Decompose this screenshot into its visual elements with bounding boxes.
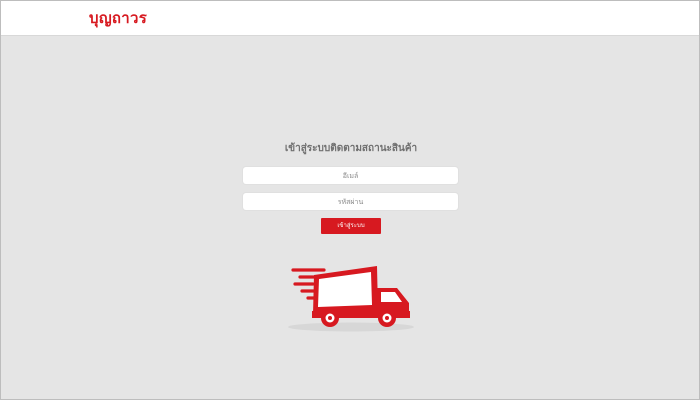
login-button[interactable]: เข้าสู่ระบบ	[321, 218, 381, 234]
delivery-truck-icon	[288, 266, 414, 332]
page-frame: บุญถาวร เข้าสู่ระบบติดตามสถานะสินค้า เข้…	[0, 0, 700, 400]
site-header: บุญถาวร	[1, 1, 699, 36]
email-field[interactable]	[243, 167, 458, 184]
password-field[interactable]	[243, 193, 458, 210]
brand-logo[interactable]: บุญถาวร	[89, 8, 147, 28]
login-title: เข้าสู่ระบบติดตามสถานะสินค้า	[284, 143, 418, 154]
